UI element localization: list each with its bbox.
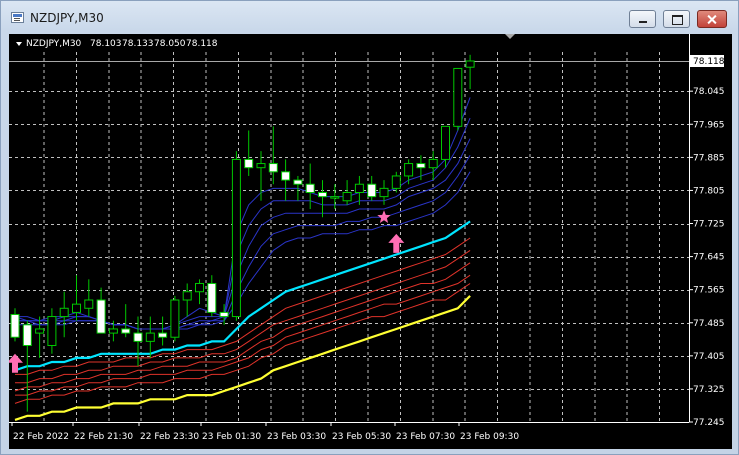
candle-body	[231, 158, 241, 318]
candle-body	[133, 332, 143, 342]
candle-body	[158, 332, 168, 338]
candle-body	[318, 191, 327, 198]
candle-body	[428, 158, 438, 169]
chart-header: NZDJPY,M30 78.103 78.133 78.050 78.118	[16, 39, 218, 49]
minimize-button[interactable]	[629, 10, 656, 28]
close-button[interactable]	[697, 10, 727, 28]
header-close: 78.118	[186, 39, 218, 49]
candle-body	[354, 183, 364, 193]
current-price-label: 78.118	[693, 57, 725, 67]
header-low: 78.050	[154, 39, 186, 49]
moving-averages	[14, 97, 471, 421]
candle-body	[145, 332, 155, 342]
candle-body	[453, 67, 463, 127]
candle-body	[416, 163, 426, 169]
price-chart[interactable]: 78.118 78.045 77.965 77.885 77.805 77.725 77.6…	[9, 34, 732, 449]
time-tick-label: 23 Feb 09:30	[460, 432, 519, 442]
candle-body	[219, 311, 229, 318]
candle-body	[404, 163, 414, 177]
price-tick-label: 77.405	[693, 352, 725, 362]
candle-body	[182, 291, 192, 301]
time-tick-label: 22 Feb 23:30	[140, 432, 199, 442]
price-tick-label: 77.325	[693, 385, 725, 395]
candle-body	[47, 316, 57, 346]
time-tick-label: 23 Feb 01:30	[202, 432, 261, 442]
time-tick-label: 22 Feb 2022	[13, 432, 69, 442]
moving-average-line	[15, 138, 471, 330]
candle-body	[268, 163, 278, 173]
buy-arrow-icon	[388, 233, 405, 253]
candle-body	[305, 183, 315, 193]
candle-body	[108, 328, 118, 334]
window-title: NZDJPY,M30	[30, 11, 104, 25]
candle-body	[244, 158, 254, 169]
candle-body	[195, 282, 204, 293]
candle-body	[207, 282, 217, 313]
axes: 78.118 78.045 77.965 77.885 77.805 77.725 77.6…	[9, 34, 725, 442]
candle-body	[293, 179, 303, 185]
time-tick-label: 23 Feb 03:30	[267, 432, 326, 442]
time-tick-label: 23 Feb 05:30	[332, 432, 391, 442]
candle-body	[379, 187, 389, 198]
price-tick-label: 77.645	[693, 253, 725, 263]
price-tick-label: 77.885	[693, 153, 725, 163]
candle-body	[35, 328, 45, 334]
candle-body	[170, 299, 180, 338]
price-chart-svg[interactable]: 78.118 78.045 77.965 77.885 77.805 77.725 77.6…	[9, 34, 732, 449]
price-tick-label: 77.965	[693, 120, 725, 130]
candle-body	[59, 307, 69, 318]
price-tick-label: 77.725	[693, 220, 725, 230]
candle-body	[281, 171, 291, 181]
header-symbol: NZDJPY,M30	[26, 39, 82, 49]
moving-average-line	[14, 220, 471, 372]
price-tick-label: 77.805	[693, 186, 725, 196]
candle-body	[367, 183, 377, 198]
header-high: 78.133	[122, 39, 154, 49]
candle-body	[84, 299, 94, 309]
price-tick-label: 77.245	[693, 418, 725, 428]
chart-shift-marker-icon[interactable]	[505, 34, 515, 39]
price-tick-label: 77.485	[693, 319, 725, 329]
maximize-button[interactable]	[663, 10, 690, 28]
candle-body	[465, 60, 475, 68]
chart-window-icon	[11, 12, 24, 23]
candle-body	[10, 313, 20, 338]
chart-menu-triangle-icon[interactable]	[16, 42, 22, 46]
candle-body	[121, 328, 131, 334]
time-tick-label: 22 Feb 21:30	[74, 432, 133, 442]
price-tick-label: 78.045	[693, 87, 725, 97]
candle-body	[342, 191, 352, 202]
star-signal-icon	[377, 210, 391, 223]
candle-body	[22, 324, 32, 346]
chart-window: NZDJPY,M30 78.118 78.045 77.965 77.885 77.80…	[0, 0, 739, 455]
candle-body	[330, 196, 340, 199]
candle-body	[441, 125, 450, 160]
candle-body	[256, 163, 266, 169]
candle-body	[96, 299, 106, 334]
candle-body	[391, 175, 401, 189]
header-open: 78.103	[90, 39, 122, 49]
title-bar[interactable]: NZDJPY,M30	[1, 1, 738, 33]
signals	[9, 210, 405, 373]
moving-average-line	[15, 171, 471, 330]
price-tick-label: 77.565	[693, 286, 725, 296]
time-tick-label: 23 Feb 07:30	[396, 432, 455, 442]
candle-body	[72, 303, 81, 313]
